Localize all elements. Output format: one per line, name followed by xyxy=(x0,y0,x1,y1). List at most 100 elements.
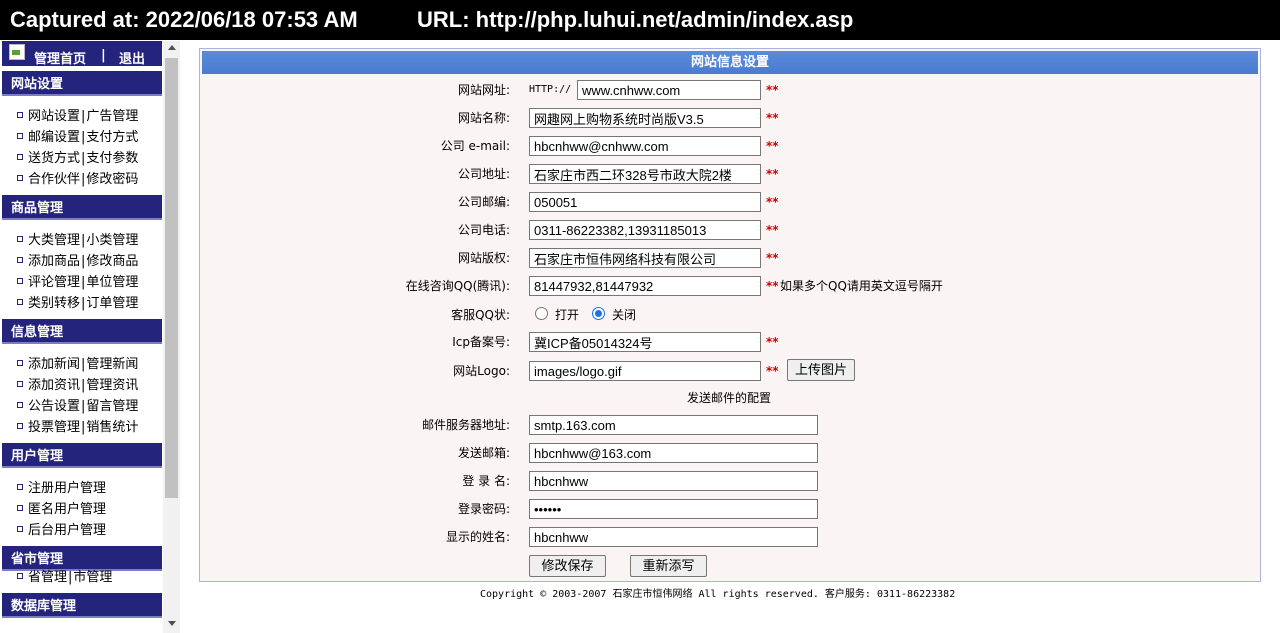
logo-path-input[interactable] xyxy=(529,361,761,381)
nav-row: 匿名用户管理 xyxy=(17,501,106,518)
bullet-icon xyxy=(17,505,23,511)
nav-row: 大类管理|小类管理 xyxy=(17,232,138,249)
nav-row: 投票管理|销售统计 xyxy=(17,419,138,436)
bullet-icon xyxy=(17,112,23,118)
nav-link-partners[interactable]: 合作伙伴 xyxy=(28,172,80,187)
qq-status-closed-radio[interactable] xyxy=(592,307,605,320)
section-header-info[interactable]: 信息管理 xyxy=(2,319,162,344)
reset-button[interactable]: 重新添写 xyxy=(630,555,707,577)
required-mark: ** xyxy=(766,195,779,209)
nav-row: 添加新闻|管理新闻 xyxy=(17,356,138,373)
save-button[interactable]: 修改保存 xyxy=(529,555,606,577)
scroll-thumb[interactable] xyxy=(165,58,178,498)
display-name-input[interactable] xyxy=(529,527,818,547)
bullet-icon xyxy=(17,299,23,305)
qq-status-open-radio[interactable] xyxy=(535,307,548,320)
qq-status-open-label[interactable]: 打开 xyxy=(555,305,579,325)
capture-bar: Captured at: 2022/06/18 07:53 AM URL: ht… xyxy=(0,0,1280,40)
company-email-input[interactable] xyxy=(529,136,761,156)
nav-link-sales-stats[interactable]: 销售统计 xyxy=(86,420,138,435)
label-company-email: 公司 e-mail: xyxy=(440,139,510,153)
section-header-site-settings[interactable]: 网站设置 xyxy=(2,71,162,96)
scroll-down-arrow-icon[interactable] xyxy=(168,621,176,626)
company-phone-input[interactable] xyxy=(529,220,761,240)
logout-link[interactable]: 退出 xyxy=(119,48,145,67)
bullet-icon xyxy=(17,402,23,408)
top-separator: | xyxy=(101,48,106,63)
nav-link-anonymous-users[interactable]: 匿名用户管理 xyxy=(28,502,106,517)
nav-link-add-product[interactable]: 添加商品 xyxy=(28,254,80,269)
label-login-password: 登录密码: xyxy=(457,502,510,516)
company-postcode-input[interactable] xyxy=(529,192,761,212)
section-header-regions[interactable]: 省市管理 xyxy=(2,546,162,571)
nav-link-add-news[interactable]: 添加新闻 xyxy=(28,357,80,372)
section-header-users[interactable]: 用户管理 xyxy=(2,443,162,468)
panel-title: 网站信息设置 xyxy=(202,51,1258,74)
required-mark: ** xyxy=(766,251,779,265)
nav-link-registered-users[interactable]: 注册用户管理 xyxy=(28,481,106,496)
nav-link-guestbook[interactable]: 留言管理 xyxy=(86,399,138,414)
footer-copyright: Copyright © 2003-2007 石家庄市恒伟网络 All right… xyxy=(480,589,956,600)
nav-link-cities[interactable]: 市管理 xyxy=(73,570,112,585)
admin-home-link[interactable]: 管理首页 xyxy=(34,48,86,67)
capture-time: Captured at: 2022/06/18 07:53 AM xyxy=(10,7,358,32)
section-header-database[interactable]: 数据库管理 xyxy=(2,593,162,618)
nav-link-payment-params[interactable]: 支付参数 xyxy=(86,151,138,166)
label-site-name: 网站名称: xyxy=(457,111,510,125)
nav-link-delivery-methods[interactable]: 送货方式 xyxy=(28,151,80,166)
nav-link-category-transfer[interactable]: 类别转移 xyxy=(28,296,80,311)
site-url-input[interactable] xyxy=(577,80,761,100)
nav-link-reviews[interactable]: 评论管理 xyxy=(28,275,80,290)
site-name-input[interactable] xyxy=(529,108,761,128)
nav-row: 评论管理|单位管理 xyxy=(17,274,138,291)
label-logo: 网站Logo: xyxy=(453,364,510,378)
nav-link-announcements[interactable]: 公告设置 xyxy=(28,399,80,414)
label-company-phone: 公司电话: xyxy=(457,223,510,237)
login-name-input[interactable] xyxy=(529,471,818,491)
bullet-icon xyxy=(17,175,23,181)
nav-link-admin-users[interactable]: 后台用户管理 xyxy=(28,523,106,538)
mail-server-input[interactable] xyxy=(529,415,818,435)
nav-link-manage-articles[interactable]: 管理资讯 xyxy=(86,378,138,393)
nav-link-main-categories[interactable]: 大类管理 xyxy=(28,233,80,248)
copyright-input[interactable] xyxy=(529,248,761,268)
mail-config-heading: 发送邮件的配置 xyxy=(687,391,772,405)
required-mark: ** xyxy=(766,364,779,378)
bullet-icon xyxy=(17,236,23,242)
nav-link-provinces[interactable]: 省管理 xyxy=(28,570,67,585)
label-display-name: 显示的姓名: xyxy=(445,530,510,544)
nav-link-add-articles[interactable]: 添加资讯 xyxy=(28,378,80,393)
nav-link-ad-management[interactable]: 广告管理 xyxy=(86,109,138,124)
required-mark: ** xyxy=(766,83,779,97)
icp-input[interactable] xyxy=(529,332,761,352)
nav-link-edit-product[interactable]: 修改商品 xyxy=(86,254,138,269)
nav-scrollbar[interactable] xyxy=(163,41,180,633)
nav-row: 邮编设置|支付方式 xyxy=(17,129,138,146)
online-qq-input[interactable] xyxy=(529,276,761,296)
nav-link-manage-news[interactable]: 管理新闻 xyxy=(86,357,138,372)
qq-hint: 如果多个QQ请用英文逗号隔开 xyxy=(780,279,943,293)
sender-email-input[interactable] xyxy=(529,443,818,463)
nav-row: 后台用户管理 xyxy=(17,522,106,539)
company-address-input[interactable] xyxy=(529,164,761,184)
nav-link-postcode-settings[interactable]: 邮编设置 xyxy=(28,130,80,145)
required-mark: ** xyxy=(766,279,779,293)
nav-link-payment-methods[interactable]: 支付方式 xyxy=(86,130,138,145)
label-online-qq: 在线咨询QQ(腾讯): xyxy=(405,279,510,293)
qq-status-closed-label[interactable]: 关闭 xyxy=(612,305,636,325)
bullet-icon xyxy=(17,133,23,139)
nav-link-site-settings[interactable]: 网站设置 xyxy=(28,109,80,124)
nav-link-sub-categories[interactable]: 小类管理 xyxy=(86,233,138,248)
bullet-icon xyxy=(17,381,23,387)
section-header-products[interactable]: 商品管理 xyxy=(2,195,162,220)
nav-link-units[interactable]: 单位管理 xyxy=(86,275,138,290)
login-password-input[interactable] xyxy=(529,499,818,519)
nav-link-polls[interactable]: 投票管理 xyxy=(28,420,80,435)
nav-row: 省管理|市管理 xyxy=(17,569,112,586)
upload-image-button[interactable]: 上传图片 xyxy=(787,359,855,381)
scroll-up-arrow-icon[interactable] xyxy=(168,45,176,50)
nav-link-change-password[interactable]: 修改密码 xyxy=(86,172,138,187)
nav-link-orders[interactable]: 订单管理 xyxy=(86,296,138,311)
left-nav-frame: 管理首页 | 退出 网站设置 网站设置|广告管理 邮编设置|支付方式 送货方式|… xyxy=(0,40,180,633)
nav-row: 添加商品|修改商品 xyxy=(17,253,138,270)
